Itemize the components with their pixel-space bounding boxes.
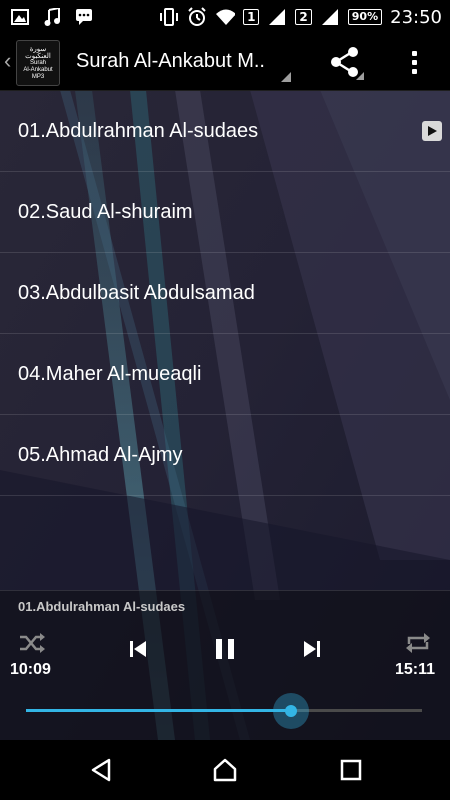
repeat-button[interactable]	[404, 631, 432, 655]
shuffle-button[interactable]	[18, 631, 46, 655]
dropdown-indicator-icon	[281, 72, 291, 82]
recitation-list: 01.Abdulrahman Al-sudaes 02.Saud Al-shur…	[0, 91, 450, 496]
skip-next-icon	[304, 641, 320, 657]
list-item-label: 05.Ahmad Al-Ajmy	[18, 443, 183, 466]
list-item-label: 01.Abdulrahman Al-sudaes	[18, 119, 259, 142]
chevron-left-icon[interactable]: ‹	[4, 48, 11, 74]
list-item[interactable]: 02.Saud Al-shuraim	[0, 172, 450, 253]
alarm-icon	[187, 7, 207, 27]
app-icon[interactable]: سورة العنكبوت Surah Al-Ankabut MP3	[16, 40, 60, 86]
back-triangle-icon	[91, 758, 111, 782]
repeat-icon	[406, 633, 430, 653]
navigation-bar	[0, 740, 450, 800]
overflow-menu-button[interactable]	[404, 46, 424, 78]
total-duration: 15:11	[395, 661, 436, 678]
music-note-icon	[42, 7, 62, 27]
clock: 23:50	[390, 6, 442, 28]
list-item[interactable]: 04.Maher Al-mueaqli	[0, 334, 450, 415]
list-item[interactable]: 03.Abdulbasit Abdulsamad	[0, 253, 450, 334]
app-icon-arabic: سورة العنكبوت	[25, 45, 51, 60]
menu-dot	[411, 68, 417, 74]
action-bar: ‹ سورة العنكبوت Surah Al-Ankabut MP3 Sur…	[0, 34, 450, 91]
recents-square-icon	[340, 759, 362, 781]
list-item-label: 03.Abdulbasit Abdulsamad	[18, 281, 255, 304]
shuffle-icon	[20, 633, 45, 653]
signal-icon	[267, 7, 287, 27]
skip-previous-icon	[130, 641, 146, 657]
status-bar: 1 2 90% 23:50	[0, 0, 450, 34]
player-panel: 01.Abdulrahman Al-sudaes 10:09 15:11	[0, 590, 450, 741]
seek-progress	[26, 709, 291, 712]
wifi-icon	[215, 7, 236, 27]
battery-indicator: 90%	[347, 9, 383, 25]
sim1-badge: 1	[243, 9, 260, 25]
signal-icon	[320, 7, 340, 27]
home-button[interactable]	[210, 755, 240, 785]
app-icon-line2: Surah	[29, 59, 46, 66]
gallery-icon	[10, 7, 30, 27]
back-button[interactable]	[86, 755, 116, 785]
recents-button[interactable]	[336, 755, 366, 785]
menu-dot	[411, 59, 417, 65]
list-item[interactable]: 05.Ahmad Al-Ajmy	[0, 415, 450, 496]
sim2-badge: 2	[295, 9, 312, 25]
share-dropdown-indicator-icon	[356, 72, 364, 80]
menu-dot	[411, 50, 417, 56]
pause-icon	[216, 639, 234, 659]
app-title[interactable]: Surah Al-Ankabut M..	[76, 50, 265, 73]
seek-bar[interactable]	[26, 692, 422, 729]
list-item-label: 02.Saud Al-shuraim	[18, 200, 193, 223]
chat-icon	[74, 7, 94, 27]
now-playing-icon	[422, 121, 442, 141]
now-playing-title: 01.Abdulrahman Al-sudaes	[18, 599, 186, 614]
app-icon-line3: Al-Ankabut MP3	[23, 66, 53, 80]
seek-thumb[interactable]	[285, 704, 297, 717]
vibrate-icon	[159, 7, 179, 27]
previous-button[interactable]	[126, 637, 150, 661]
list-item[interactable]: 01.Abdulrahman Al-sudaes	[0, 91, 450, 172]
next-button[interactable]	[300, 637, 324, 661]
home-icon	[213, 758, 237, 782]
list-item-label: 04.Maher Al-mueaqli	[18, 362, 202, 385]
pause-button[interactable]	[212, 635, 238, 663]
elapsed-time: 10:09	[10, 661, 51, 678]
